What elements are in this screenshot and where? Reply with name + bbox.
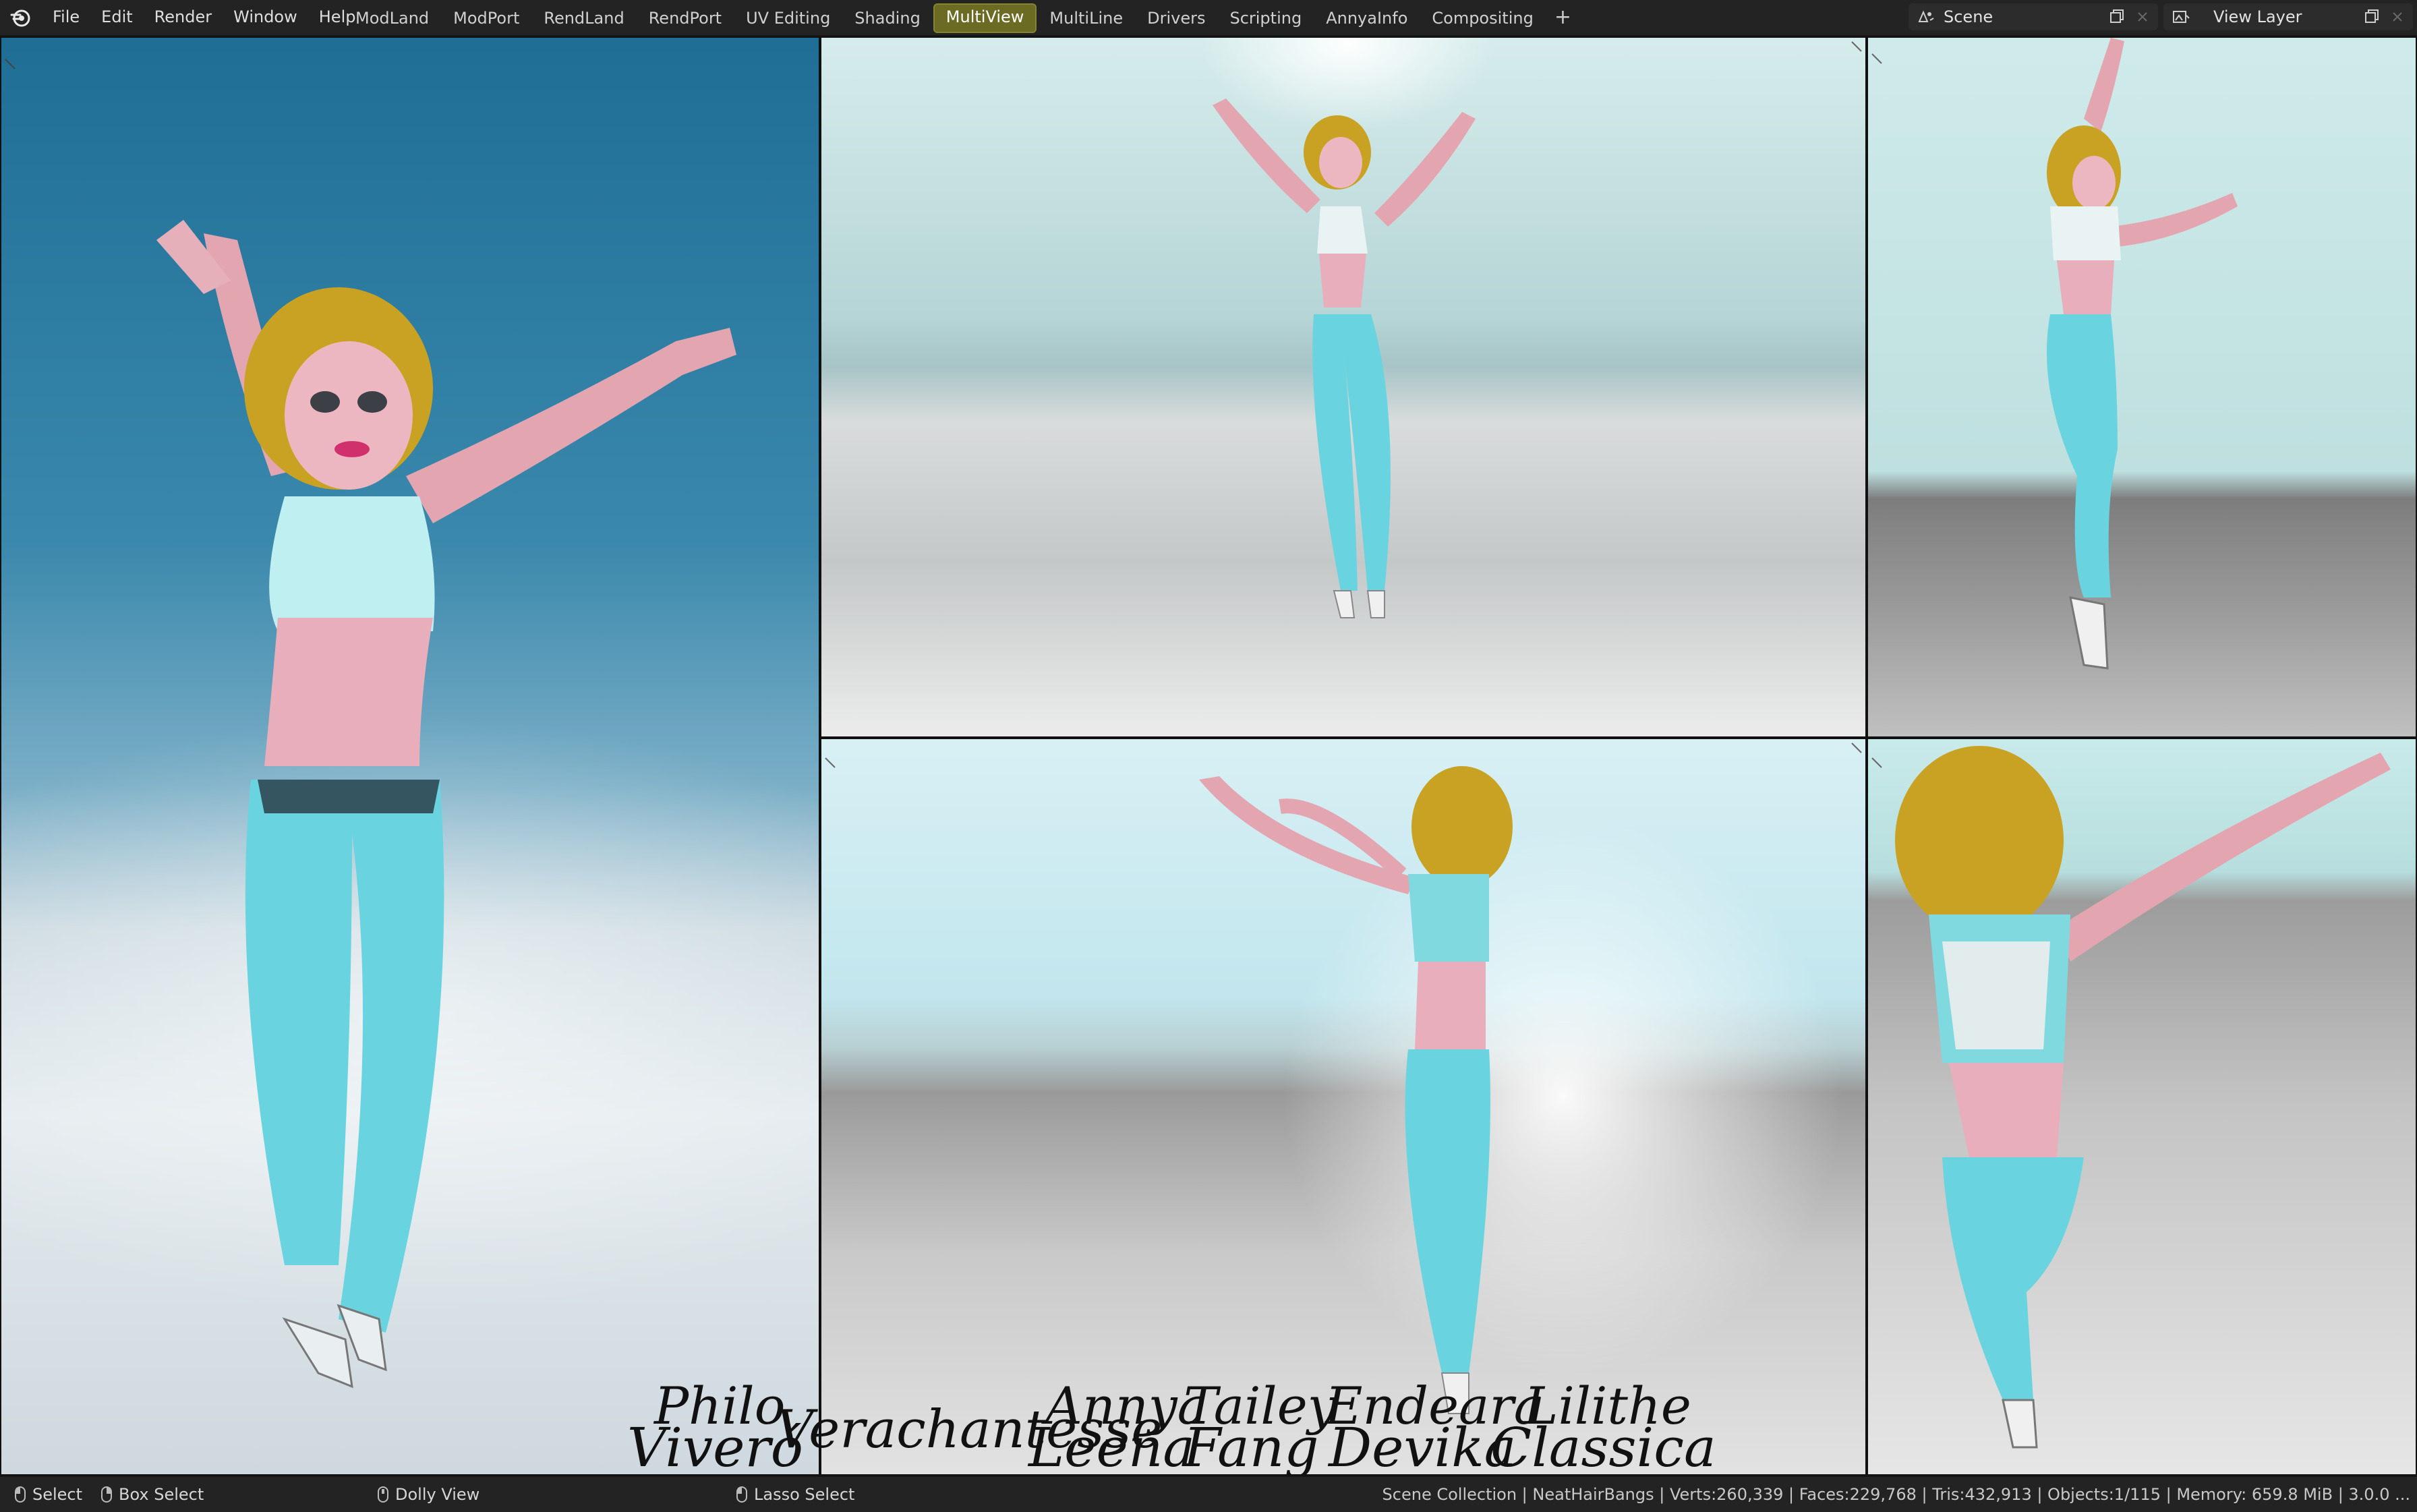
view-layer-name: View Layer [2213, 7, 2302, 26]
tab-scripting[interactable]: Scripting [1218, 5, 1313, 32]
menu-edit[interactable]: Edit [90, 0, 143, 35]
signature-name-bottom: Devika [1329, 1416, 1517, 1479]
mouse-middle-icon [378, 1486, 388, 1503]
signature-name-bottom: Fang [1184, 1416, 1319, 1479]
corner-drag-handle[interactable] [1871, 757, 1883, 769]
status-lasso-select: Lasso Select [736, 1477, 854, 1512]
view-layer-icon [2173, 11, 2190, 23]
character-figure [156, 220, 736, 1389]
scene-name: Scene [1944, 7, 1993, 26]
tab-shading[interactable]: Shading [843, 5, 932, 32]
mouse-left-icon [736, 1486, 747, 1503]
viewport-bottom-center[interactable] [820, 738, 1867, 1476]
character-figure [2047, 38, 2238, 670]
menu-file[interactable]: File [42, 0, 90, 35]
copy-icon[interactable] [2107, 7, 2127, 27]
menu-window[interactable]: Window [223, 0, 308, 35]
scene-selector[interactable]: Scene [1909, 3, 2158, 30]
character-figure [1213, 98, 1476, 618]
scene-statistics: Scene Collection | NeatHairBangs | Verts… [1382, 1485, 2410, 1504]
main-menu: File Edit Render Window Help [42, 0, 366, 35]
viewport-left-render[interactable] [0, 36, 820, 1476]
close-icon[interactable] [2387, 7, 2408, 27]
tab-modland[interactable]: ModLand [344, 5, 440, 32]
add-workspace-button[interactable]: + [1546, 5, 1579, 32]
tab-multiview[interactable]: MultiView [933, 3, 1037, 33]
tab-multiline[interactable]: MultiLine [1038, 5, 1134, 32]
status-lasso-select-label: Lasso Select [754, 1485, 855, 1504]
tab-modport[interactable]: ModPort [442, 5, 531, 32]
viewport-top-center[interactable] [820, 36, 1867, 738]
tab-drivers[interactable]: Drivers [1136, 5, 1217, 32]
corner-drag-handle[interactable] [1851, 40, 1863, 53]
viewport-bottom-right[interactable] [1867, 738, 2417, 1476]
status-dolly-view-label: Dolly View [395, 1485, 480, 1504]
tab-rendport[interactable]: RendPort [637, 5, 733, 32]
status-select-label: Select [32, 1485, 83, 1504]
status-select: Select [15, 1477, 82, 1512]
corner-drag-handle[interactable] [4, 58, 16, 70]
blender-logo-icon[interactable] [9, 7, 31, 28]
mouse-right-icon [101, 1486, 112, 1503]
character-figure [1895, 746, 2391, 1449]
viewport-top-right[interactable] [1867, 36, 2417, 738]
corner-drag-handle[interactable] [1871, 53, 1883, 65]
signature-name-bottom: Leena [1028, 1416, 1196, 1479]
status-box-select: Box Select [101, 1477, 204, 1512]
signature-name-bottom: Classica [1490, 1416, 1716, 1479]
tab-rendland[interactable]: RendLand [532, 5, 635, 32]
view-layer-selector[interactable]: View Layer [2163, 3, 2413, 30]
corner-drag-handle[interactable] [1851, 742, 1863, 754]
status-box-select-label: Box Select [119, 1485, 204, 1504]
tab-compositing[interactable]: Compositing [1420, 5, 1544, 32]
character-figure [1199, 766, 1513, 1414]
scene-icon [1918, 10, 1934, 22]
tab-annyainfo[interactable]: AnnyaInfo [1314, 5, 1419, 32]
mouse-left-icon [15, 1486, 26, 1503]
status-bar: Select Box Select Dolly View Lasso Selec… [0, 1476, 2417, 1512]
corner-drag-handle[interactable] [824, 757, 836, 769]
copy-icon[interactable] [2362, 7, 2382, 27]
tab-uv-editing[interactable]: UV Editing [734, 5, 842, 32]
top-bar: File Edit Render Window Help ModLand Mod… [0, 0, 2417, 36]
menu-render[interactable]: Render [144, 0, 223, 35]
workspace-tabs: ModLand ModPort RendLand RendPort UV Edi… [344, 3, 1579, 33]
status-dolly-view: Dolly View [378, 1477, 479, 1512]
close-icon[interactable] [2132, 7, 2153, 27]
